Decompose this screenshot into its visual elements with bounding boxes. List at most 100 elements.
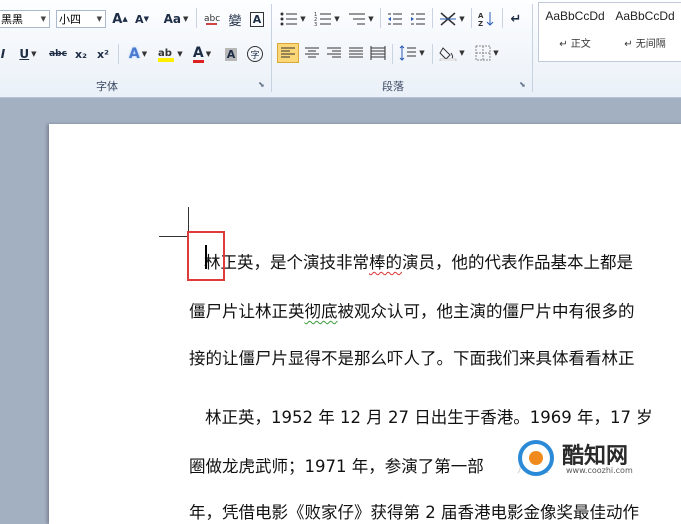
align-right-button[interactable] [324, 43, 344, 63]
char-border-button[interactable]: A [248, 9, 266, 29]
dialog-launcher-icon[interactable]: ⬊ [519, 80, 526, 89]
highlight-button[interactable]: ab ▼ [156, 44, 184, 64]
sort-button[interactable]: AZ [476, 9, 496, 29]
svg-text:abc: abc [204, 14, 220, 24]
font-color-icon: A [192, 44, 204, 63]
text-run: 圈做龙虎武师；1971 年，参演了第一部 [189, 457, 484, 476]
text-run: 棒的 [369, 253, 402, 272]
text-effects-button[interactable]: A ▼ [124, 44, 152, 64]
align-right-icon [327, 47, 341, 58]
chevron-down-icon: ▼ [40, 15, 46, 23]
document-line[interactable]: 圈做龙虎武师；1971 年，参演了第一部电影片担 [189, 453, 550, 477]
divider [432, 44, 433, 64]
enclose-chars-button[interactable]: 字 [245, 44, 265, 64]
justify-icon [349, 47, 363, 58]
align-left-button[interactable] [277, 43, 299, 63]
highlighter-icon: ab [158, 48, 175, 62]
decrease-indent-icon [388, 13, 402, 25]
chinese-layout-icon [440, 12, 457, 26]
numbering-icon: 123 [314, 12, 332, 26]
chinese-layout-button[interactable]: ▼ [437, 9, 467, 29]
text-run: 林正英，1952 年 12 月 27 日出生于香港。1969 年，17 岁 [205, 408, 653, 427]
divider [118, 44, 119, 64]
divider [471, 8, 472, 28]
enclose-chars-icon: 字 [247, 46, 263, 62]
text-run: 接的让僵尸片显得不是那么吓人了。下面我们来具体看看林正 [189, 349, 635, 368]
svg-text:A: A [478, 12, 484, 20]
text-run: 年，凭借电影《败家仔》获得第 2 届香港电影金像奖最佳动作 [189, 503, 639, 522]
decrease-indent-button[interactable] [385, 9, 405, 29]
change-case-button[interactable]: Aa ▼ [163, 9, 189, 29]
divider [392, 44, 393, 64]
group-label-paragraph: 段落 [382, 80, 404, 93]
line-spacing-button[interactable]: ▼ [397, 43, 427, 63]
style-normal[interactable]: AaBbCcDd ↵ 正文 [541, 9, 609, 50]
shading-button[interactable]: ▼ [437, 43, 467, 63]
font-size-value: 小四 [59, 13, 81, 26]
text-run: 正英，是个演技非常 [220, 253, 370, 272]
chevron-down-icon: ▼ [96, 15, 102, 23]
text-run: 被观众认可，他主演的僵尸片中有很多的 [337, 302, 635, 321]
bullets-icon [280, 12, 298, 26]
underline-button[interactable]: U ▼ [15, 44, 41, 64]
dialog-launcher-icon[interactable]: ⬊ [258, 80, 265, 89]
watermark: 酷知网 www.coozhi.com [510, 432, 681, 504]
group-separator [532, 4, 533, 92]
multilevel-list-button[interactable]: ▼ [346, 9, 376, 29]
shrink-font-button[interactable]: A ▼ [133, 9, 151, 29]
phonetic-guide-button[interactable]: 變 [225, 9, 245, 29]
divider [380, 8, 381, 28]
brand-url: www.coozhi.com [566, 466, 633, 475]
font-size-combo[interactable]: 小四 ▼ [56, 10, 106, 28]
italic-button[interactable]: I [0, 44, 10, 64]
subscript-button[interactable]: x₂ [72, 44, 90, 64]
divider [196, 8, 197, 28]
borders-icon [475, 45, 491, 61]
align-center-icon [305, 47, 319, 58]
pilcrow-icon: ↵ [510, 11, 522, 27]
ribbon: 黑黑 ▼ 小四 ▼ A ▲ A ▼ Aa ▼ abc 變 A I U ▼ abc x₂ … [0, 0, 681, 98]
line-spacing-icon [399, 45, 417, 61]
group-label-font: 字体 [96, 80, 118, 93]
document-line[interactable]: 接的让僵尸片显得不是那么吓人了。下面我们来具体看看林正 [189, 345, 635, 369]
clear-format-button[interactable]: abc [202, 9, 222, 29]
multilevel-list-icon [349, 13, 366, 25]
align-left-icon [281, 47, 295, 58]
paint-bucket-icon [439, 47, 457, 61]
divider [502, 8, 503, 28]
text-run: 演员，他的代表作品基本上都是 [402, 253, 633, 272]
strikethrough-button[interactable]: abc [47, 44, 69, 64]
text-run: 僵尸片让林正英 [189, 302, 305, 321]
paragraph-mark-icon: ↵ [624, 39, 636, 50]
align-center-button[interactable] [302, 43, 322, 63]
svg-text:ab: ab [158, 48, 172, 59]
font-name-combo[interactable]: 黑黑 ▼ [0, 10, 50, 28]
bullets-button[interactable]: ▼ [278, 9, 308, 29]
brand-logo-icon [518, 440, 554, 476]
styles-gallery: AaBbCcDd ↵ 正文 AaBbCcDd ↵ 无间隔 [538, 2, 681, 62]
phonetic-guide-icon: 變 [228, 13, 242, 29]
borders-button[interactable]: ▼ [472, 43, 502, 63]
text-effects-icon: A [128, 46, 140, 62]
numbering-button[interactable]: 1 2 3 ▼ [312, 9, 342, 29]
font-name-value: 黑黑 [1, 13, 23, 26]
style-no-spacing[interactable]: AaBbCcDd ↵ 无间隔 [611, 9, 679, 50]
show-marks-button[interactable]: ↵ [507, 9, 525, 29]
superscript-button[interactable]: x² [94, 44, 112, 64]
document-line[interactable]: 僵尸片让林正英彻底被观众认可，他主演的僵尸片中有很多的 [189, 298, 635, 322]
document-line[interactable]: 林正英，是个演技非常棒的演员，他的代表作品基本上都是 [204, 249, 633, 273]
char-border-icon: A [249, 11, 265, 27]
text-cursor [205, 245, 207, 269]
font-color-button[interactable]: A ▼ [188, 44, 216, 64]
grow-font-button[interactable]: A ▲ [110, 9, 130, 29]
paragraph-mark-icon: ↵ [559, 39, 571, 50]
sort-icon: AZ [478, 12, 494, 27]
document-line[interactable]: 林正英，1952 年 12 月 27 日出生于香港。1969 年，17 岁 [205, 404, 653, 428]
char-shading-icon: A [224, 47, 238, 61]
distributed-button[interactable] [368, 43, 388, 63]
increase-indent-button[interactable] [408, 9, 428, 29]
justify-button[interactable] [346, 43, 366, 63]
distributed-icon [370, 46, 386, 60]
divider [432, 8, 433, 28]
char-shading-button[interactable]: A [222, 44, 240, 64]
